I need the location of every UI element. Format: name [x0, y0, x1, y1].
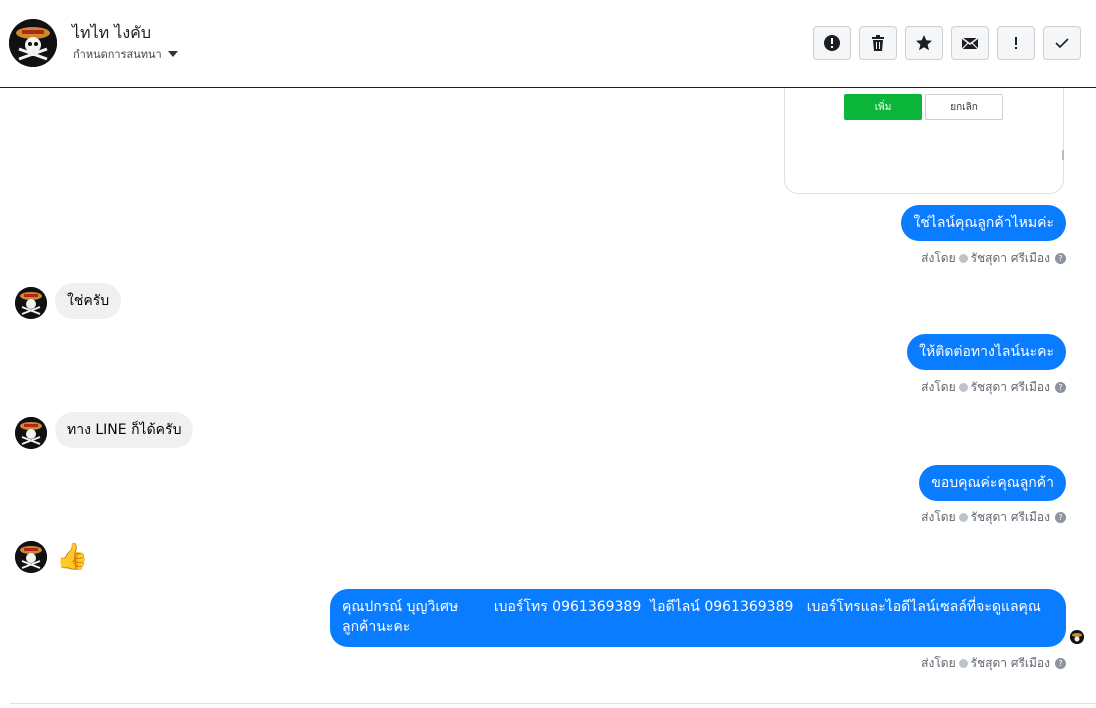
verified-icon [958, 659, 968, 668]
sent-by-prefix: ส่งโดย [921, 510, 956, 524]
conversation-settings-dropdown[interactable]: กำหนดการสนทนา [73, 45, 178, 63]
add-button[interactable]: เพิ่ม [844, 94, 922, 120]
message-bubble-outgoing[interactable]: ใช่ไลน์คุณลูกค้าไหมค่ะ [901, 205, 1066, 241]
verified-icon [958, 254, 968, 263]
scrollbar[interactable] [1062, 150, 1064, 160]
contact-avatar[interactable] [9, 19, 57, 67]
sent-by-agent: รัชสุดา ศรีเมือง [970, 380, 1050, 394]
conversation-header: ไทไท ไงคับ กำหนดการสนทนา [0, 0, 1096, 88]
sent-by-agent: รัชสุดา ศรีเมือง [970, 510, 1050, 524]
star-button[interactable] [905, 26, 943, 60]
seen-avatar [1070, 630, 1084, 644]
help-icon[interactable]: ? [1055, 382, 1066, 393]
sender-avatar [15, 541, 47, 573]
sent-by-prefix: ส่งโดย [921, 251, 956, 265]
mark-done-button[interactable] [1043, 26, 1081, 60]
sender-avatar [15, 417, 47, 449]
envelope-icon [961, 37, 979, 50]
message-bubble-incoming[interactable]: ใช่ครับ [55, 283, 122, 319]
verified-icon [958, 383, 968, 392]
thumbs-up-message[interactable]: 👍 [56, 541, 88, 573]
important-button[interactable] [997, 26, 1035, 60]
add-contact-card: เพิ่ม ยกเลิก [784, 88, 1064, 194]
message-bubble-outgoing[interactable]: ให้ติดต่อทางไลน์นะคะ [907, 334, 1066, 370]
help-icon[interactable]: ? [1055, 658, 1066, 669]
star-icon [916, 35, 932, 51]
conversation-toolbar [813, 26, 1081, 60]
caret-down-icon [167, 51, 178, 57]
delete-button[interactable] [859, 26, 897, 60]
sent-by-label: ส่งโดย รัชสุดา ศรีเมือง ? [921, 508, 1066, 527]
sent-by-prefix: ส่งโดย [921, 380, 956, 394]
sender-avatar [15, 287, 47, 319]
contact-name[interactable]: ไทไท ไงคับ [72, 21, 151, 46]
sent-by-label: ส่งโดย รัชสุดา ศรีเมือง ? [921, 378, 1066, 397]
trash-icon [872, 35, 884, 51]
mark-unread-button[interactable] [951, 26, 989, 60]
help-icon[interactable]: ? [1055, 253, 1066, 264]
verified-icon [958, 513, 968, 522]
message-bubble-outgoing-long[interactable]: คุณปกรณ์ บุญวิเศษ เบอร์โทร 0961369389 ไอ… [330, 589, 1066, 647]
exclamation-icon [1015, 37, 1017, 49]
alert-circle-icon [824, 35, 840, 51]
message-bubble-incoming[interactable]: ทาง LINE ก็ได้ครับ [55, 412, 194, 448]
composer-divider [10, 703, 1096, 704]
message-bubble-outgoing[interactable]: ขอบคุณค่ะคุณลูกค้า [919, 465, 1066, 501]
sent-by-agent: รัชสุดา ศรีเมือง [970, 251, 1050, 265]
report-button[interactable] [813, 26, 851, 60]
check-icon [1055, 38, 1069, 49]
sent-by-label: ส่งโดย รัชสุดา ศรีเมือง ? [921, 654, 1066, 673]
cancel-button[interactable]: ยกเลิก [925, 94, 1003, 120]
help-icon[interactable]: ? [1055, 512, 1066, 523]
conversation-settings-label: กำหนดการสนทนา [73, 48, 162, 61]
sent-by-prefix: ส่งโดย [921, 656, 956, 670]
sent-by-label: ส่งโดย รัชสุดา ศรีเมือง ? [921, 249, 1066, 268]
sent-by-agent: รัชสุดา ศรีเมือง [970, 656, 1050, 670]
